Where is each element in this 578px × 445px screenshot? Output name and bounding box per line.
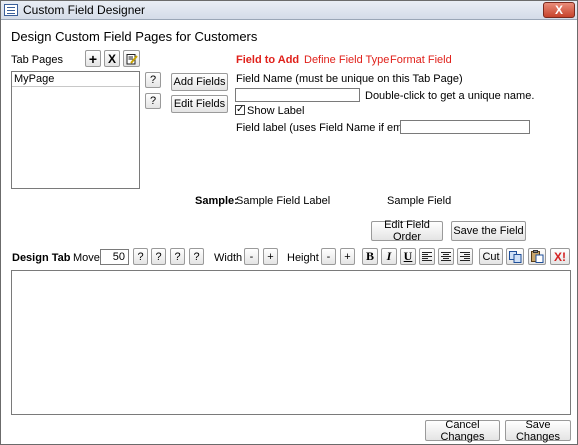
field-label-input[interactable] xyxy=(400,120,530,134)
tab-pages-help-button-2[interactable]: ? xyxy=(145,93,161,109)
underline-button[interactable]: U xyxy=(400,248,416,265)
edit-fields-button[interactable]: Edit Fields xyxy=(171,95,228,113)
tab-pages-help-button-1[interactable]: ? xyxy=(145,72,161,88)
design-canvas[interactable] xyxy=(11,270,571,415)
custom-field-designer-window: Custom Field Designer X Design Custom Fi… xyxy=(0,0,578,445)
add-fields-button[interactable]: Add Fields xyxy=(171,73,228,91)
delete-all-icon: X! xyxy=(554,249,566,264)
delete-all-button[interactable]: X! xyxy=(550,248,570,265)
width-label: Width xyxy=(214,252,243,264)
sample-field: Sample Field xyxy=(387,195,452,207)
field-label-label: Field label (uses Field Name if empty) xyxy=(236,122,421,134)
align-center-icon xyxy=(441,252,451,261)
sample-label: Sample: xyxy=(195,195,238,207)
move-label: Move xyxy=(73,252,100,264)
tab-pages-list[interactable]: MyPage xyxy=(11,71,140,189)
move-left-button[interactable]: ? xyxy=(133,248,148,265)
width-increase-button[interactable]: + xyxy=(263,248,278,265)
rename-icon xyxy=(126,53,138,64)
add-tab-page-button[interactable]: + xyxy=(85,50,101,67)
align-left-button[interactable] xyxy=(419,248,435,265)
field-name-hint: Double-click to get a unique name. xyxy=(365,90,535,102)
align-right-icon xyxy=(460,252,470,261)
save-changes-button[interactable]: Save Changes xyxy=(505,419,571,443)
align-left-icon xyxy=(422,252,432,261)
window-title: Custom Field Designer xyxy=(23,3,146,17)
copy-icon xyxy=(508,250,521,263)
sample-field-label: Sample Field Label xyxy=(236,195,331,207)
move-up-button[interactable]: ? xyxy=(151,248,166,265)
bold-button[interactable]: B xyxy=(362,248,378,265)
title-bar: Custom Field Designer X xyxy=(1,1,577,20)
align-right-button[interactable] xyxy=(457,248,473,265)
move-step-input[interactable] xyxy=(100,249,129,265)
show-label-text: Show Label xyxy=(247,105,305,117)
app-icon xyxy=(4,4,18,16)
move-right-button[interactable]: ? xyxy=(189,248,204,265)
move-down-button[interactable]: ? xyxy=(170,248,185,265)
cancel-changes-button[interactable]: Cancel Changes xyxy=(425,419,500,443)
height-increase-button[interactable]: + xyxy=(340,248,355,265)
add-icon: + xyxy=(88,50,98,67)
italic-button[interactable]: I xyxy=(381,248,397,265)
paste-icon xyxy=(530,250,543,263)
field-name-input[interactable] xyxy=(235,88,360,102)
height-label: Height xyxy=(287,252,319,264)
tab-page-item[interactable]: MyPage xyxy=(12,72,139,87)
define-field-type-link[interactable]: Define Field Type xyxy=(304,54,389,66)
width-decrease-button[interactable]: - xyxy=(244,248,259,265)
close-window-button[interactable]: X xyxy=(543,2,575,18)
field-name-label: Field Name (must be unique on this Tab P… xyxy=(236,73,463,85)
edit-field-order-button[interactable]: Edit Field Order xyxy=(371,219,443,243)
format-field-link[interactable]: Format Field xyxy=(390,54,452,66)
copy-button[interactable] xyxy=(506,248,524,265)
field-to-add-link[interactable]: Field to Add xyxy=(236,54,299,66)
paste-button[interactable] xyxy=(528,248,546,265)
tab-pages-label: Tab Pages xyxy=(11,54,63,66)
height-decrease-button[interactable]: - xyxy=(321,248,336,265)
save-field-button[interactable]: Save the Field xyxy=(451,221,526,241)
align-center-button[interactable] xyxy=(438,248,454,265)
page-heading: Design Custom Field Pages for Customers xyxy=(11,29,258,44)
show-label-checkbox[interactable]: ✓ xyxy=(235,105,245,115)
design-tab-label: Design Tab xyxy=(12,252,71,264)
delete-tab-page-button[interactable]: X xyxy=(104,50,120,67)
rename-tab-page-button[interactable] xyxy=(123,50,140,67)
delete-icon: X xyxy=(107,51,116,66)
cut-button[interactable]: Cut xyxy=(479,248,503,265)
